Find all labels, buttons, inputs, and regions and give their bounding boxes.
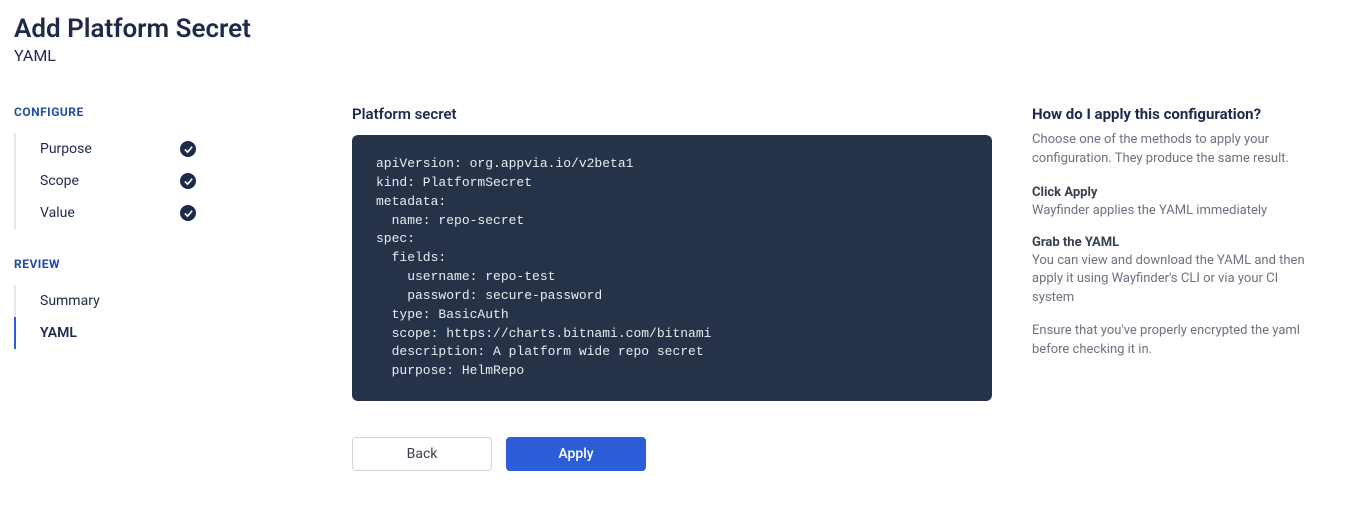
page-title: Add Platform Secret	[14, 14, 1331, 44]
help-click-apply-text: Wayfinder applies the YAML immediately	[1032, 202, 1322, 221]
check-icon	[180, 141, 196, 157]
sidebar-item-yaml[interactable]: YAML	[14, 317, 194, 349]
configure-section-label: CONFIGURE	[14, 105, 352, 119]
platform-secret-heading: Platform secret	[352, 105, 992, 123]
back-button[interactable]: Back	[352, 437, 492, 471]
button-row: Back Apply	[352, 437, 992, 471]
help-title: How do I apply this configuration?	[1032, 105, 1322, 123]
review-section-label: REVIEW	[14, 257, 352, 271]
sidebar-item-label: YAML	[40, 325, 77, 341]
main-content: Platform secret apiVersion: org.appvia.i…	[352, 105, 992, 471]
help-click-apply-title: Click Apply	[1032, 185, 1322, 200]
help-footer: Ensure that you've properly encrypted th…	[1032, 322, 1322, 360]
sidebar-item-label: Summary	[40, 293, 100, 309]
yaml-code-block: apiVersion: org.appvia.io/v2beta1 kind: …	[352, 135, 992, 401]
help-grab-yaml-title: Grab the YAML	[1032, 235, 1322, 250]
help-intro: Choose one of the methods to apply your …	[1032, 131, 1322, 169]
sidebar-item-label: Purpose	[40, 141, 92, 157]
sidebar-item-summary[interactable]: Summary	[16, 285, 196, 317]
sidebar-item-label: Scope	[40, 173, 79, 189]
page-subtitle: YAML	[14, 46, 1331, 65]
sidebar-item-purpose[interactable]: Purpose	[16, 133, 196, 165]
sidebar: CONFIGURE Purpose Scope Value	[14, 105, 352, 471]
sidebar-item-label: Value	[40, 205, 75, 221]
check-icon	[180, 173, 196, 189]
check-icon	[180, 205, 196, 221]
apply-button[interactable]: Apply	[506, 437, 646, 471]
help-grab-yaml-text: You can view and download the YAML and t…	[1032, 252, 1322, 309]
sidebar-item-value[interactable]: Value	[16, 197, 196, 229]
sidebar-item-scope[interactable]: Scope	[16, 165, 196, 197]
help-panel: How do I apply this configuration? Choos…	[992, 105, 1322, 471]
